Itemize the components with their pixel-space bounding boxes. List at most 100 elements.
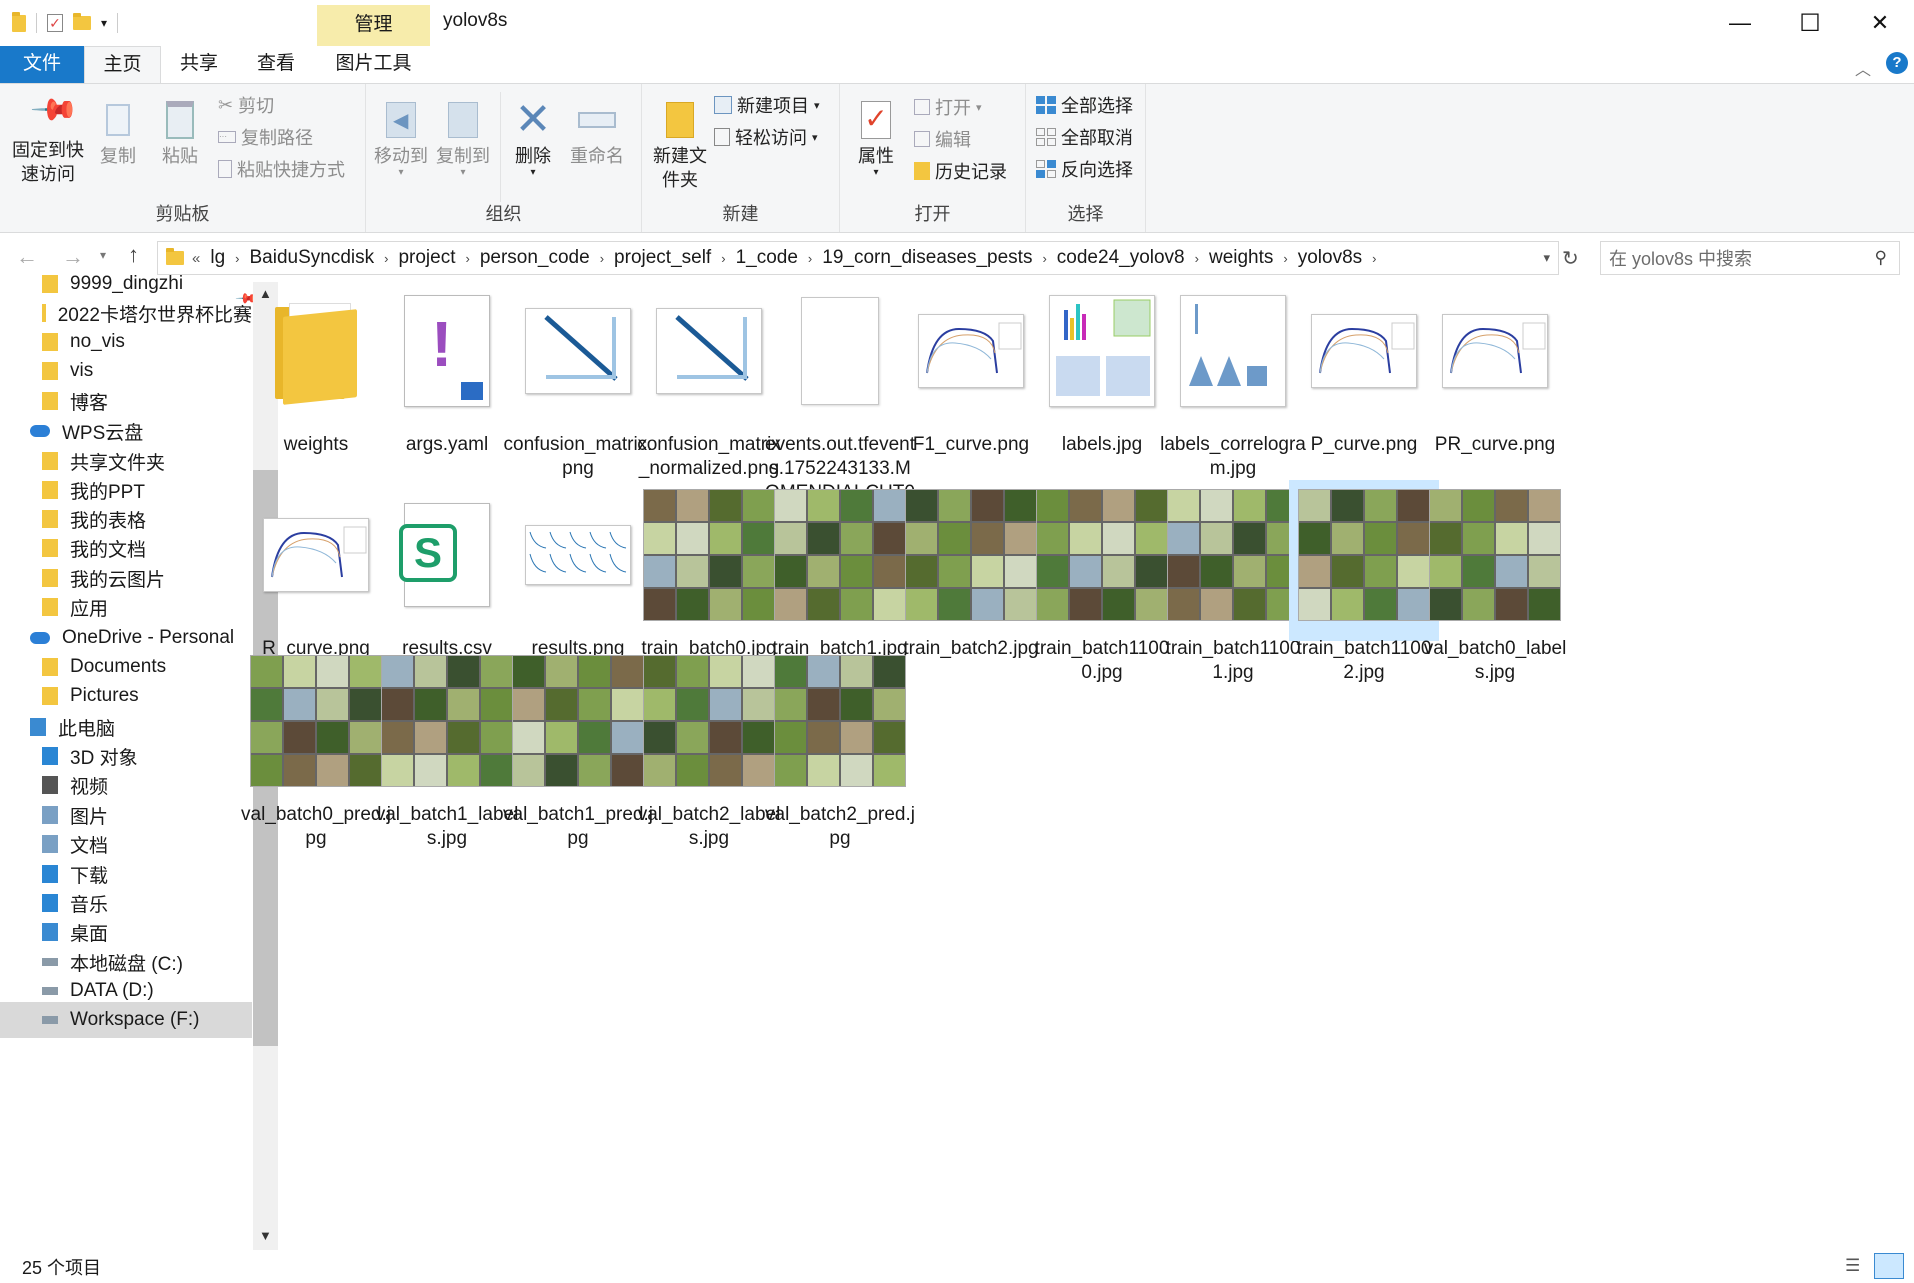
edit-button[interactable]: 编辑 (914, 126, 971, 152)
file-name: PR_curve.png (1434, 434, 1556, 455)
image-thumbnail (512, 655, 644, 787)
breadcrumb-item[interactable]: code24_yolov8 (1057, 247, 1185, 269)
select-all-button[interactable]: 全部选择 (1036, 92, 1133, 118)
file-tile[interactable]: train_batch11002.jpg (1289, 480, 1439, 683)
breadcrumb-item[interactable]: weights (1209, 247, 1273, 269)
breadcrumb-item[interactable]: project (398, 247, 455, 269)
easy-access-button[interactable]: 轻松访问 ▾ (714, 124, 818, 150)
group-label-new: 新建 (722, 204, 759, 224)
file-tile[interactable]: train_batch2.jpg (896, 480, 1046, 659)
breadcrumb-separator-icon[interactable]: › (600, 251, 604, 266)
file-tile[interactable]: val_batch1_labels.jpg (372, 646, 522, 849)
breadcrumb-separator-icon[interactable]: › (1372, 251, 1376, 266)
cut-button[interactable]: ✂ 剪切 (218, 92, 274, 118)
file-tile[interactable]: labels.jpg (1027, 276, 1177, 455)
nav-item[interactable]: Workspace (F:) (0, 1002, 252, 1038)
breadcrumb-separator-icon[interactable]: › (465, 251, 469, 266)
tab-file[interactable]: 文件 (0, 46, 84, 83)
collapse-ribbon-icon[interactable]: ︿ (1855, 56, 1871, 80)
recent-locations-icon[interactable]: ▾ (100, 248, 106, 262)
breadcrumb-item[interactable]: project_self (614, 247, 711, 269)
breadcrumb-item[interactable]: person_code (480, 247, 590, 269)
invert-selection-button[interactable]: 反向选择 (1036, 156, 1133, 182)
rename-button[interactable]: 重命名 (566, 96, 628, 168)
folder-icon (42, 510, 58, 528)
properties-qat-icon[interactable]: ✓ (47, 14, 63, 32)
file-tile[interactable]: val_batch2_labels.jpg (634, 646, 784, 849)
file-tile[interactable]: val_batch2_pred.jpg (765, 646, 915, 849)
new-folder-button[interactable]: 新建文件夹 (650, 96, 710, 192)
new-folder-qat-icon[interactable] (73, 13, 91, 30)
file-tile[interactable]: Sresults.csv (372, 480, 522, 659)
file-tile[interactable]: events.out.tfevents.1752243133.MOMENDIAI… (765, 276, 915, 527)
tab-share[interactable]: 共享 (163, 46, 235, 83)
pictures-icon (42, 806, 58, 824)
close-button[interactable]: ✕ (1845, 0, 1914, 46)
file-tile[interactable]: train_batch0.jpg (634, 480, 784, 659)
customize-qat-icon[interactable]: ▾ (101, 16, 107, 30)
context-tab-manage[interactable]: 管理 (317, 5, 430, 46)
new-item-button[interactable]: 新建项目 ▾ (714, 92, 820, 118)
file-tile[interactable]: PR_curve.png (1420, 276, 1570, 455)
nav-item-label: 我的云图片 (70, 569, 166, 591)
file-tile[interactable]: val_batch0_labels.jpg (1420, 480, 1570, 683)
file-tile[interactable]: F1_curve.png (896, 276, 1046, 455)
file-tile[interactable]: val_batch1_pred.jpg (503, 646, 653, 849)
open-button[interactable]: 打开 ▾ (914, 94, 982, 120)
maximize-button[interactable]: ☐ (1775, 0, 1845, 46)
file-tile[interactable]: train_batch11000.jpg (1027, 480, 1177, 683)
breadcrumb-separator-icon[interactable]: › (235, 251, 239, 266)
breadcrumb-separator-icon[interactable]: › (384, 251, 388, 266)
minimize-button[interactable]: — (1705, 0, 1775, 46)
breadcrumb-separator-icon[interactable]: › (1195, 251, 1199, 266)
help-icon[interactable]: ? (1886, 52, 1908, 74)
delete-button[interactable]: ✕ 删除 ▾ (508, 96, 558, 178)
overflow-chevron-icon[interactable]: « (192, 250, 200, 267)
file-tile[interactable]: train_batch11001.jpg (1158, 480, 1308, 683)
file-tile[interactable]: confusion_matrix.png (503, 276, 653, 479)
move-to-button[interactable]: ◀ 移动到 ▾ (372, 96, 430, 178)
paste-button[interactable]: 粘贴 (155, 96, 205, 168)
file-tile[interactable]: results.png (503, 480, 653, 659)
tab-home[interactable]: 主页 (84, 46, 161, 83)
file-tile[interactable]: weights (241, 276, 391, 455)
folder-icon (42, 392, 58, 410)
breadcrumb-separator-icon[interactable]: › (721, 251, 725, 266)
history-button[interactable]: 历史记录 (914, 158, 1007, 184)
tab-picture-tools[interactable]: 图片工具 (317, 46, 430, 83)
up-arrow-icon[interactable]: ↑ (128, 242, 139, 268)
select-none-button[interactable]: 全部取消 (1036, 124, 1133, 150)
details-view-icon[interactable]: ☰ (1845, 1256, 1860, 1276)
breadcrumb-separator-icon[interactable]: › (808, 251, 812, 266)
refresh-icon[interactable]: ↻ (1562, 246, 1579, 271)
file-tile[interactable]: R_curve.png (241, 480, 391, 659)
breadcrumb-item[interactable]: 1_code (736, 247, 798, 269)
tab-view[interactable]: 查看 (240, 46, 312, 83)
image-thumbnail (905, 489, 1037, 621)
pin-to-quick-access-button[interactable]: 📌 固定到快速访问 (6, 85, 90, 186)
file-tile[interactable]: labels_correlogram.jpg (1158, 276, 1308, 479)
copy-button[interactable]: 复制 (95, 96, 141, 168)
image-thumbnail (1167, 489, 1299, 621)
breadcrumb-item[interactable]: BaiduSyncdisk (249, 247, 374, 269)
large-icons-view-icon[interactable] (1874, 1253, 1904, 1279)
breadcrumb-item[interactable]: yolov8s (1298, 247, 1362, 269)
file-thumbnail (503, 276, 653, 426)
copy-path-button[interactable]: ··· 复制路径 (218, 124, 313, 150)
file-tile[interactable]: ! args.yaml (372, 276, 522, 455)
address-bar[interactable]: « lg › BaiduSyncdisk › project › person_code › p… (157, 241, 1559, 275)
breadcrumb-separator-icon[interactable]: › (1283, 251, 1287, 266)
properties-button[interactable]: ✓ 属性 ▾ (854, 96, 898, 178)
ribbon: 📌 固定到快速访问 复制 粘贴 ✂ 剪切 ··· 复制路径 粘贴快捷方式 剪贴板 ◀… (0, 83, 1914, 233)
copy-to-button[interactable]: 复制到 ▾ (434, 96, 492, 178)
file-tile[interactable]: train_batch1.jpg (765, 480, 915, 659)
breadcrumb-separator-icon[interactable]: › (1042, 251, 1046, 266)
file-tile[interactable]: val_batch0_pred.jpg (241, 646, 391, 849)
file-tile[interactable]: P_curve.png (1289, 276, 1439, 455)
search-box[interactable]: 在 yolov8s 中搜索 ⚲ (1600, 241, 1900, 275)
file-tile[interactable]: confusion_matrix_normalized.png (634, 276, 784, 479)
paste-shortcut-button[interactable]: 粘贴快捷方式 (218, 156, 345, 182)
address-dropdown-icon[interactable]: ▾ (1543, 250, 1550, 266)
scroll-down-icon[interactable]: ▼ (259, 1228, 272, 1243)
breadcrumb-item[interactable]: 19_corn_diseases_pests (822, 247, 1032, 269)
